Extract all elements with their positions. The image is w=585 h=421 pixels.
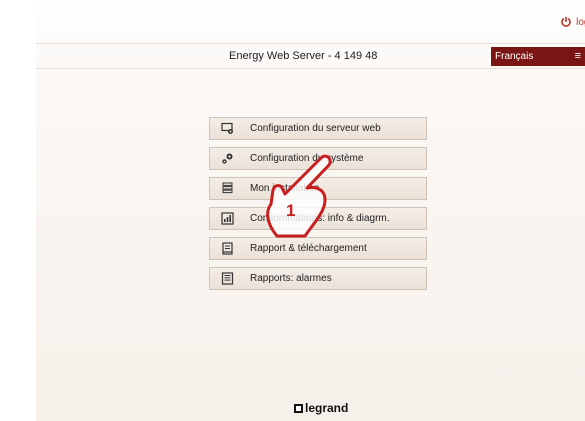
hamburger-icon: ≡ xyxy=(574,50,581,62)
menu-item-label: Rapports: alarmes xyxy=(250,273,332,284)
chart-icon xyxy=(221,212,234,225)
header-bar: Energy Web Server - 4 149 48 Français ≡ xyxy=(36,43,585,69)
logo-mark-icon xyxy=(294,403,303,413)
menu-item-label: Configuration du serveur web xyxy=(250,123,381,134)
logout-button[interactable]: logo xyxy=(560,16,585,28)
menu-item-web-server-config[interactable]: Configuration du serveur web xyxy=(209,117,427,140)
list-icon xyxy=(221,272,234,285)
top-bar: logo xyxy=(36,0,585,40)
logout-label: logo xyxy=(576,16,585,28)
app-window: logo Energy Web Server - 4 149 48 França… xyxy=(36,0,585,421)
page-title: Energy Web Server - 4 149 48 xyxy=(229,50,378,62)
brand-label: legrand xyxy=(305,401,349,415)
language-label: Français xyxy=(495,51,534,62)
menu-item-alarm-reports[interactable]: Rapports: alarmes xyxy=(209,267,427,290)
menu-item-label: Configuration du système xyxy=(250,153,364,164)
menu-item-system-config[interactable]: Configuration du système xyxy=(209,147,427,170)
report-download-icon xyxy=(222,242,233,255)
legrand-logo: legrand xyxy=(294,401,348,415)
menu-item-label: Mon installation xyxy=(250,183,320,194)
layers-icon xyxy=(222,182,233,194)
menu-item-report-download[interactable]: Rapport & téléchargement xyxy=(209,237,427,260)
menu-item-my-installation[interactable]: Mon installation xyxy=(209,177,427,200)
monitor-gear-icon xyxy=(221,122,233,134)
language-select[interactable]: Français ≡ xyxy=(491,47,585,66)
menu-item-label: Consommations: info & diagrm. xyxy=(250,213,390,224)
power-icon xyxy=(561,16,571,27)
menu-item-consumption[interactable]: Consommations: info & diagrm. xyxy=(209,207,427,230)
menu-item-label: Rapport & téléchargement xyxy=(250,243,367,254)
main-menu: Configuration du serveur web Configurati… xyxy=(209,117,427,297)
gears-icon xyxy=(222,153,233,164)
